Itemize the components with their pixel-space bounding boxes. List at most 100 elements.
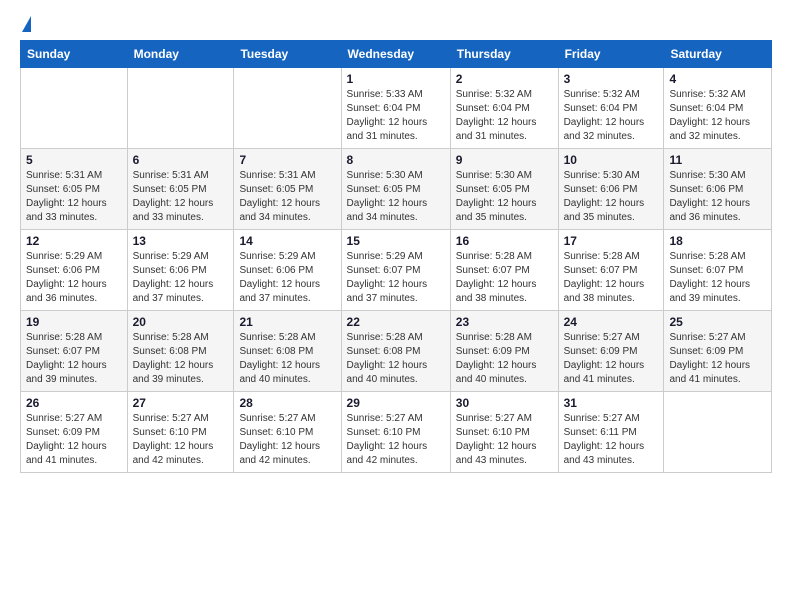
day-number: 27 — [133, 396, 229, 410]
calendar-cell: 7 Sunrise: 5:31 AM Sunset: 6:05 PM Daylig… — [234, 149, 341, 230]
day-info: Sunrise: 5:33 AM Sunset: 6:04 PM Dayligh… — [347, 88, 445, 144]
day-info: Sunrise: 5:30 AM Sunset: 6:06 PM Dayligh… — [564, 169, 659, 225]
day-number: 30 — [456, 396, 553, 410]
calendar-table: SundayMondayTuesdayWednesdayThursdayFrid… — [20, 40, 772, 473]
day-number: 6 — [133, 153, 229, 167]
calendar-cell: 19Sunrise: 5:28 AM Sunset: 6:07 PM Dayli… — [21, 311, 128, 392]
day-number: 11 — [669, 153, 766, 167]
day-number: 2 — [456, 72, 553, 86]
day-info: Sunrise: 5:28 AM Sunset: 6:08 PM Dayligh… — [347, 331, 445, 387]
calendar-cell: 10 Sunrise: 5:30 AM Sunset: 6:06 PM Dayli… — [558, 149, 664, 230]
calendar-header: SundayMondayTuesdayWednesdayThursdayFrid… — [21, 41, 772, 68]
calendar-cell: 3 Sunrise: 5:32 AM Sunset: 6:04 PM Daylig… — [558, 68, 664, 149]
day-number: 25 — [669, 315, 766, 329]
day-info: Sunrise: 5:30 AM Sunset: 6:05 PM Dayligh… — [456, 169, 553, 225]
day-info: Sunrise: 5:29 AM Sunset: 6:06 PM Dayligh… — [133, 250, 229, 306]
calendar-cell: 25 Sunrise: 5:27 AM Sunset: 6:09 PM Dayli… — [664, 311, 772, 392]
day-info: Sunrise: 5:28 AM Sunset: 6:08 PM Dayligh… — [133, 331, 229, 387]
day-number: 20 — [133, 315, 229, 329]
day-number: 29 — [347, 396, 445, 410]
calendar-cell: 20 Sunrise: 5:28 AM Sunset: 6:08 PM Dayli… — [127, 311, 234, 392]
day-info: Sunrise: 5:32 AM Sunset: 6:04 PM Dayligh… — [564, 88, 659, 144]
day-of-week-header: Sunday — [21, 41, 128, 68]
calendar-cell: 30 Sunrise: 5:27 AM Sunset: 6:10 PM Dayli… — [450, 392, 558, 473]
day-of-week-header: Thursday — [450, 41, 558, 68]
day-number: 28 — [239, 396, 335, 410]
calendar-cell: 23 Sunrise: 5:28 AM Sunset: 6:09 PM Dayli… — [450, 311, 558, 392]
calendar-cell: 18 Sunrise: 5:28 AM Sunset: 6:07 PM Dayli… — [664, 230, 772, 311]
day-number: 24 — [564, 315, 659, 329]
calendar-body: 1 Sunrise: 5:33 AM Sunset: 6:04 PM Daylig… — [21, 68, 772, 473]
calendar-cell: 12Sunrise: 5:29 AM Sunset: 6:06 PM Dayli… — [21, 230, 128, 311]
calendar-cell: 26Sunrise: 5:27 AM Sunset: 6:09 PM Dayli… — [21, 392, 128, 473]
calendar-cell: 15 Sunrise: 5:29 AM Sunset: 6:07 PM Dayli… — [341, 230, 450, 311]
day-number: 23 — [456, 315, 553, 329]
day-number: 12 — [26, 234, 122, 248]
calendar-week-row: 19Sunrise: 5:28 AM Sunset: 6:07 PM Dayli… — [21, 311, 772, 392]
day-number: 9 — [456, 153, 553, 167]
calendar-cell: 9 Sunrise: 5:30 AM Sunset: 6:05 PM Daylig… — [450, 149, 558, 230]
day-number: 16 — [456, 234, 553, 248]
day-number: 22 — [347, 315, 445, 329]
day-info: Sunrise: 5:27 AM Sunset: 6:10 PM Dayligh… — [456, 412, 553, 468]
day-number: 31 — [564, 396, 659, 410]
calendar-cell: 16 Sunrise: 5:28 AM Sunset: 6:07 PM Dayli… — [450, 230, 558, 311]
day-info: Sunrise: 5:29 AM Sunset: 6:06 PM Dayligh… — [239, 250, 335, 306]
day-number: 14 — [239, 234, 335, 248]
day-info: Sunrise: 5:30 AM Sunset: 6:06 PM Dayligh… — [669, 169, 766, 225]
calendar-week-row: 5 Sunrise: 5:31 AM Sunset: 6:05 PM Daylig… — [21, 149, 772, 230]
day-info: Sunrise: 5:28 AM Sunset: 6:07 PM Dayligh… — [564, 250, 659, 306]
day-of-week-header: Saturday — [664, 41, 772, 68]
day-number: 1 — [347, 72, 445, 86]
calendar-cell: 28 Sunrise: 5:27 AM Sunset: 6:10 PM Dayli… — [234, 392, 341, 473]
day-info: Sunrise: 5:27 AM Sunset: 6:11 PM Dayligh… — [564, 412, 659, 468]
day-number: 18 — [669, 234, 766, 248]
day-info: Sunrise: 5:27 AM Sunset: 6:09 PM Dayligh… — [669, 331, 766, 387]
calendar-cell: 31 Sunrise: 5:27 AM Sunset: 6:11 PM Dayli… — [558, 392, 664, 473]
calendar-cell: 11 Sunrise: 5:30 AM Sunset: 6:06 PM Dayli… — [664, 149, 772, 230]
day-of-week-header: Monday — [127, 41, 234, 68]
calendar-cell — [664, 392, 772, 473]
day-number: 4 — [669, 72, 766, 86]
day-of-week-header: Wednesday — [341, 41, 450, 68]
day-number: 5 — [26, 153, 122, 167]
calendar-cell: 14 Sunrise: 5:29 AM Sunset: 6:06 PM Dayli… — [234, 230, 341, 311]
days-of-week-row: SundayMondayTuesdayWednesdayThursdayFrid… — [21, 41, 772, 68]
calendar-week-row: 1 Sunrise: 5:33 AM Sunset: 6:04 PM Daylig… — [21, 68, 772, 149]
day-number: 10 — [564, 153, 659, 167]
day-number: 26 — [26, 396, 122, 410]
day-info: Sunrise: 5:27 AM Sunset: 6:09 PM Dayligh… — [564, 331, 659, 387]
day-of-week-header: Tuesday — [234, 41, 341, 68]
day-info: Sunrise: 5:28 AM Sunset: 6:07 PM Dayligh… — [456, 250, 553, 306]
day-number: 3 — [564, 72, 659, 86]
day-of-week-header: Friday — [558, 41, 664, 68]
calendar-cell: 6 Sunrise: 5:31 AM Sunset: 6:05 PM Daylig… — [127, 149, 234, 230]
day-number: 19 — [26, 315, 122, 329]
calendar-cell: 5Sunrise: 5:31 AM Sunset: 6:05 PM Daylig… — [21, 149, 128, 230]
day-number: 15 — [347, 234, 445, 248]
day-info: Sunrise: 5:30 AM Sunset: 6:05 PM Dayligh… — [347, 169, 445, 225]
logo-triangle-icon — [22, 16, 31, 32]
day-info: Sunrise: 5:27 AM Sunset: 6:10 PM Dayligh… — [239, 412, 335, 468]
logo — [20, 16, 31, 32]
calendar-cell — [21, 68, 128, 149]
day-info: Sunrise: 5:31 AM Sunset: 6:05 PM Dayligh… — [239, 169, 335, 225]
calendar-week-row: 26Sunrise: 5:27 AM Sunset: 6:09 PM Dayli… — [21, 392, 772, 473]
calendar-cell — [127, 68, 234, 149]
calendar-cell: 13Sunrise: 5:29 AM Sunset: 6:06 PM Dayli… — [127, 230, 234, 311]
day-info: Sunrise: 5:32 AM Sunset: 6:04 PM Dayligh… — [456, 88, 553, 144]
day-info: Sunrise: 5:32 AM Sunset: 6:04 PM Dayligh… — [669, 88, 766, 144]
day-info: Sunrise: 5:29 AM Sunset: 6:07 PM Dayligh… — [347, 250, 445, 306]
day-info: Sunrise: 5:27 AM Sunset: 6:10 PM Dayligh… — [133, 412, 229, 468]
day-number: 17 — [564, 234, 659, 248]
calendar-cell: 4 Sunrise: 5:32 AM Sunset: 6:04 PM Daylig… — [664, 68, 772, 149]
calendar-cell: 2 Sunrise: 5:32 AM Sunset: 6:04 PM Daylig… — [450, 68, 558, 149]
day-info: Sunrise: 5:28 AM Sunset: 6:09 PM Dayligh… — [456, 331, 553, 387]
calendar-cell: 27 Sunrise: 5:27 AM Sunset: 6:10 PM Dayli… — [127, 392, 234, 473]
day-info: Sunrise: 5:31 AM Sunset: 6:05 PM Dayligh… — [133, 169, 229, 225]
page-header — [20, 16, 772, 32]
day-number: 7 — [239, 153, 335, 167]
day-info: Sunrise: 5:28 AM Sunset: 6:07 PM Dayligh… — [669, 250, 766, 306]
calendar-cell: 29Sunrise: 5:27 AM Sunset: 6:10 PM Dayli… — [341, 392, 450, 473]
calendar-week-row: 12 Sunrise: 5:29 AM Sunset: 6:06 PM Dayli… — [21, 230, 772, 311]
